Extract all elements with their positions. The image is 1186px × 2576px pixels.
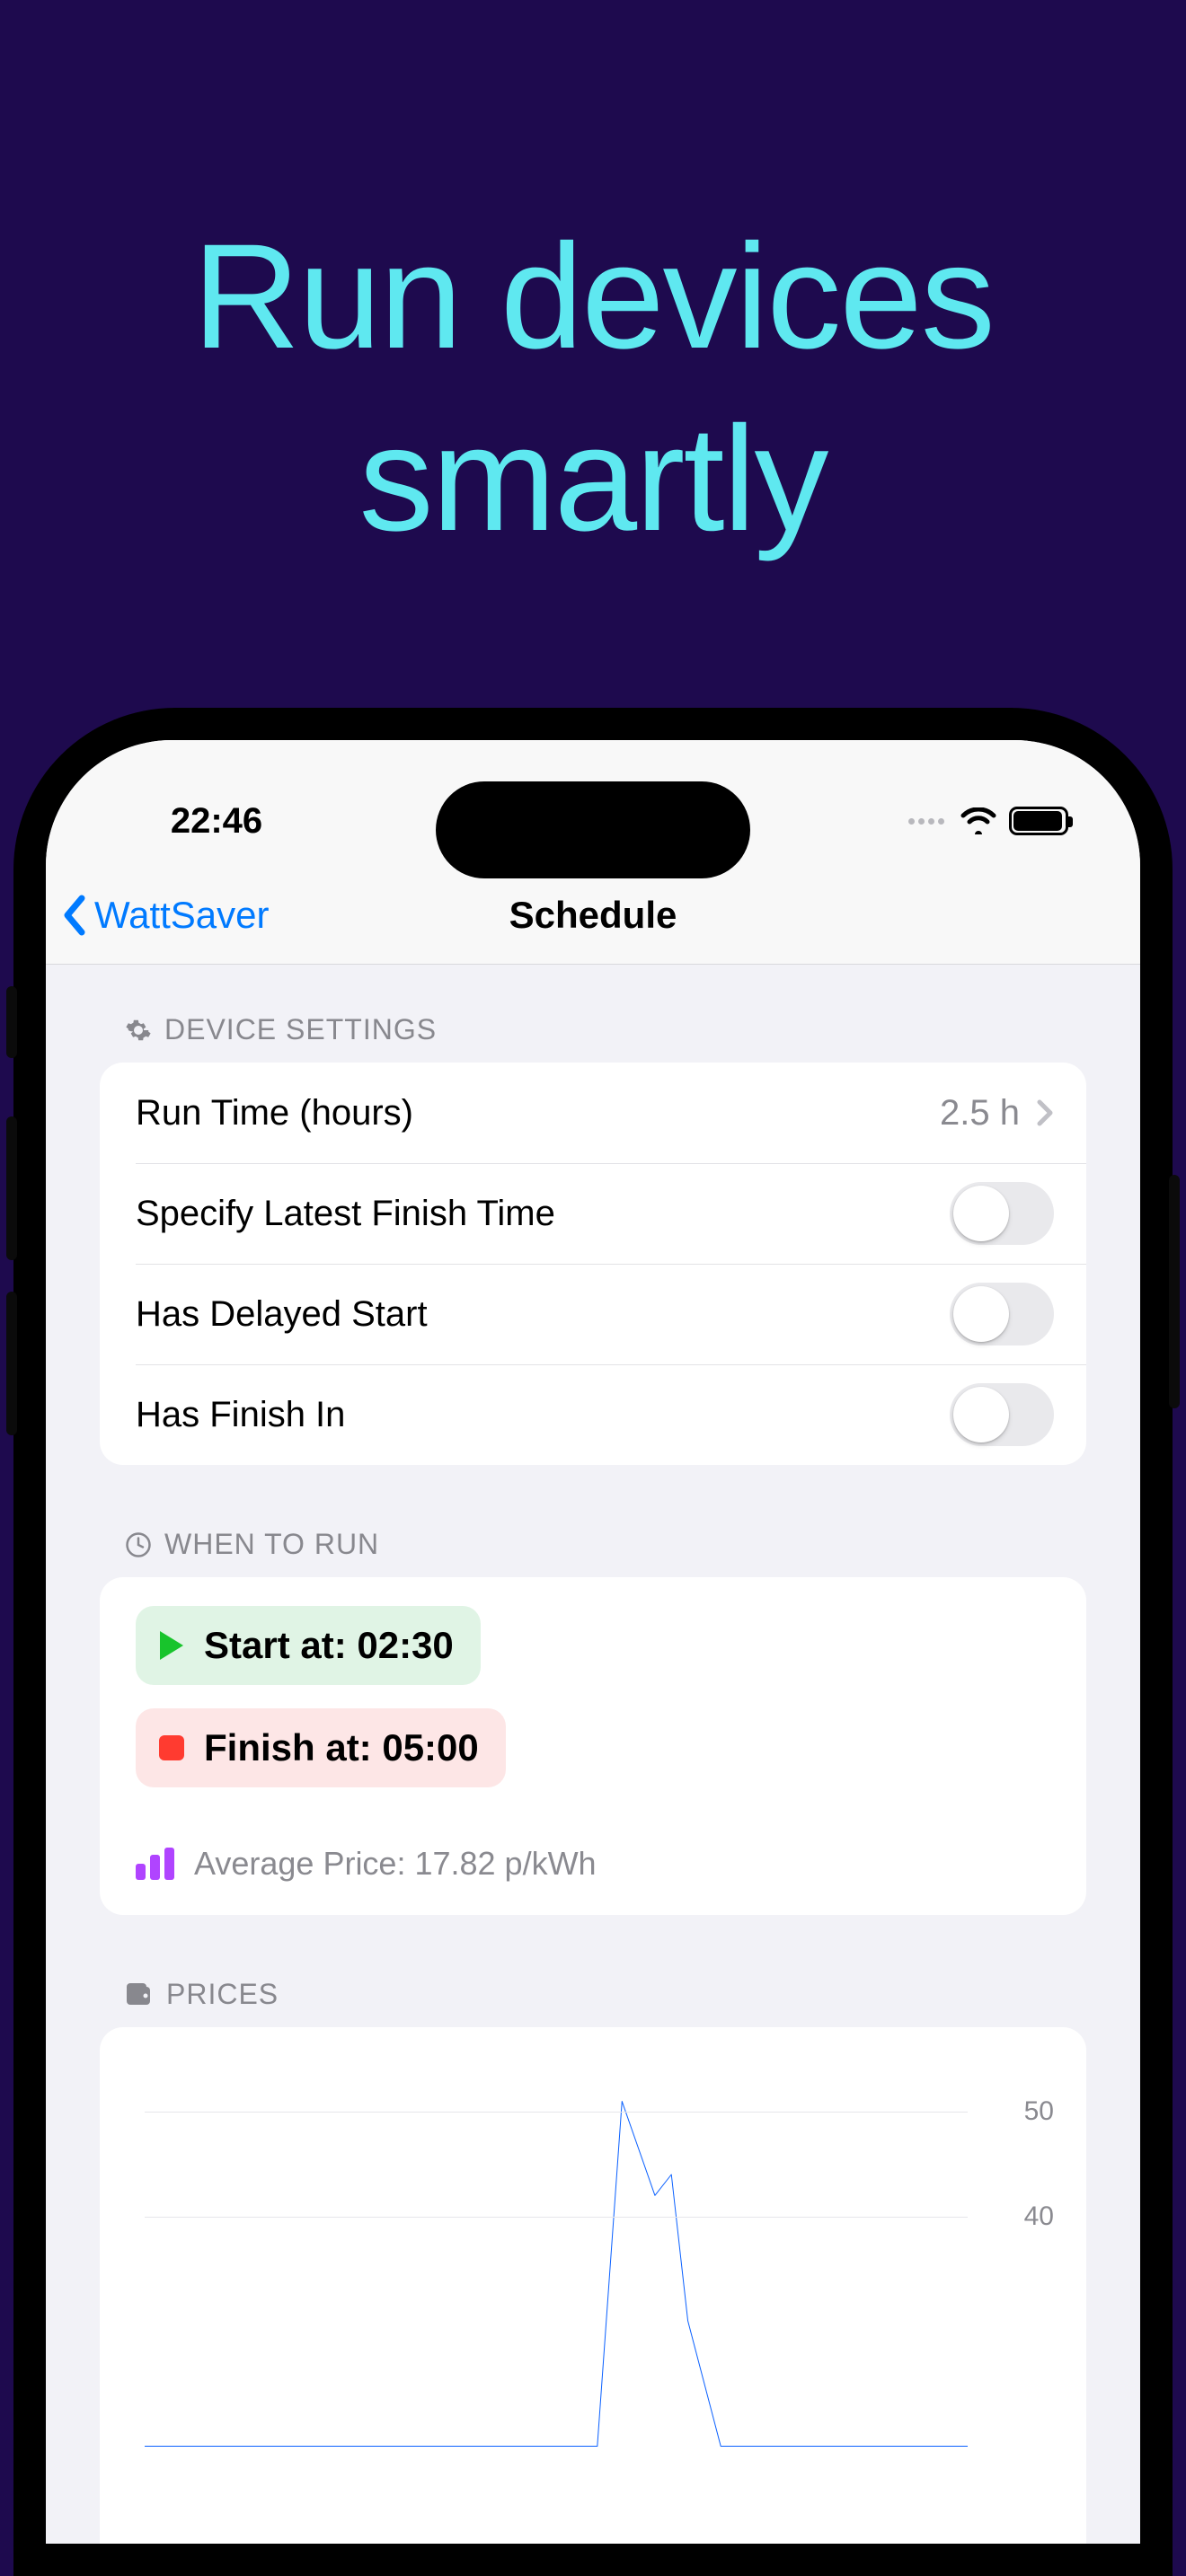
play-icon bbox=[157, 1631, 186, 1660]
power-button bbox=[1169, 1175, 1180, 1408]
start-at-label: Start at: 02:30 bbox=[204, 1624, 454, 1667]
phone-frame: 22:46 bbox=[13, 708, 1173, 2576]
phone-screen: 22:46 bbox=[46, 740, 1140, 2544]
bars-icon bbox=[136, 1848, 174, 1880]
prices-chart-line bbox=[145, 2060, 968, 2544]
has-finish-in-row: Has Finish In bbox=[100, 1364, 1086, 1465]
device-settings-section: DEVICE SETTINGS Run Time (hours) 2.5 h bbox=[100, 1013, 1086, 1465]
prices-section: PRICES 40 50 bbox=[100, 1978, 1086, 2544]
dynamic-island bbox=[436, 781, 750, 878]
chart-y-tick-label: 40 bbox=[1024, 2201, 1054, 2232]
run-time-label: Run Time (hours) bbox=[136, 1093, 413, 1134]
chevron-right-icon bbox=[1036, 1098, 1054, 1127]
cellular-dots-icon bbox=[908, 818, 944, 825]
run-time-value: 2.5 h bbox=[940, 1093, 1020, 1134]
has-finish-in-label: Has Finish In bbox=[136, 1395, 345, 1435]
chart-gridline bbox=[145, 2112, 968, 2113]
gear-icon bbox=[125, 1017, 152, 1044]
page-title: Schedule bbox=[509, 894, 677, 937]
back-label: WattSaver bbox=[94, 894, 270, 937]
section-header-label: PRICES bbox=[166, 1978, 279, 2011]
content-area[interactable]: DEVICE SETTINGS Run Time (hours) 2.5 h bbox=[46, 965, 1140, 2544]
status-time: 22:46 bbox=[118, 801, 315, 842]
specify-latest-finish-label: Specify Latest Finish Time bbox=[136, 1194, 555, 1234]
wifi-icon bbox=[960, 807, 996, 834]
battery-icon bbox=[1009, 807, 1068, 835]
wallet-icon bbox=[125, 1981, 154, 2008]
stop-icon bbox=[157, 1734, 186, 1762]
prices-header: PRICES bbox=[100, 1978, 1086, 2027]
has-delayed-start-label: Has Delayed Start bbox=[136, 1294, 428, 1335]
chevron-left-icon bbox=[62, 895, 89, 936]
average-price-row: Average Price: 17.82 p/kWh bbox=[100, 1836, 1086, 1915]
run-time-row[interactable]: Run Time (hours) 2.5 h bbox=[100, 1063, 1086, 1163]
when-to-run-card: Start at: 02:30 Finish at: 05:00 bbox=[100, 1577, 1086, 1915]
volume-up-button bbox=[6, 1116, 17, 1260]
start-at-pill: Start at: 02:30 bbox=[136, 1606, 481, 1685]
specify-latest-finish-toggle[interactable] bbox=[950, 1182, 1054, 1245]
navigation-bar: WattSaver Schedule bbox=[46, 866, 1140, 965]
average-price-label: Average Price: 17.82 p/kWh bbox=[194, 1845, 597, 1883]
finish-at-label: Finish at: 05:00 bbox=[204, 1726, 479, 1769]
headline-line-2: smartly bbox=[0, 389, 1186, 571]
volume-down-button bbox=[6, 1292, 17, 1435]
prices-chart-card: 40 50 bbox=[100, 2027, 1086, 2544]
back-button[interactable]: WattSaver bbox=[62, 894, 270, 937]
section-header-label: WHEN TO RUN bbox=[164, 1528, 379, 1561]
device-settings-card: Run Time (hours) 2.5 h Specify Latest Fi… bbox=[100, 1063, 1086, 1465]
device-settings-header: DEVICE SETTINGS bbox=[100, 1013, 1086, 1063]
when-to-run-header: WHEN TO RUN bbox=[100, 1528, 1086, 1577]
has-delayed-start-toggle[interactable] bbox=[950, 1283, 1054, 1345]
has-delayed-start-row: Has Delayed Start bbox=[100, 1264, 1086, 1364]
has-finish-in-toggle[interactable] bbox=[950, 1383, 1054, 1446]
section-header-label: DEVICE SETTINGS bbox=[164, 1013, 437, 1046]
clock-icon bbox=[125, 1531, 152, 1558]
marketing-headline: Run devices smartly bbox=[0, 207, 1186, 570]
ringer-switch bbox=[6, 986, 17, 1058]
chart-y-tick-label: 50 bbox=[1024, 2096, 1054, 2127]
finish-at-pill: Finish at: 05:00 bbox=[136, 1708, 506, 1787]
chart-gridline bbox=[145, 2217, 968, 2218]
specify-latest-finish-row: Specify Latest Finish Time bbox=[100, 1163, 1086, 1264]
headline-line-1: Run devices bbox=[0, 207, 1186, 389]
when-to-run-section: WHEN TO RUN Start at: 02:30 bbox=[100, 1528, 1086, 1915]
prices-chart[interactable]: 40 50 bbox=[145, 2060, 1054, 2544]
